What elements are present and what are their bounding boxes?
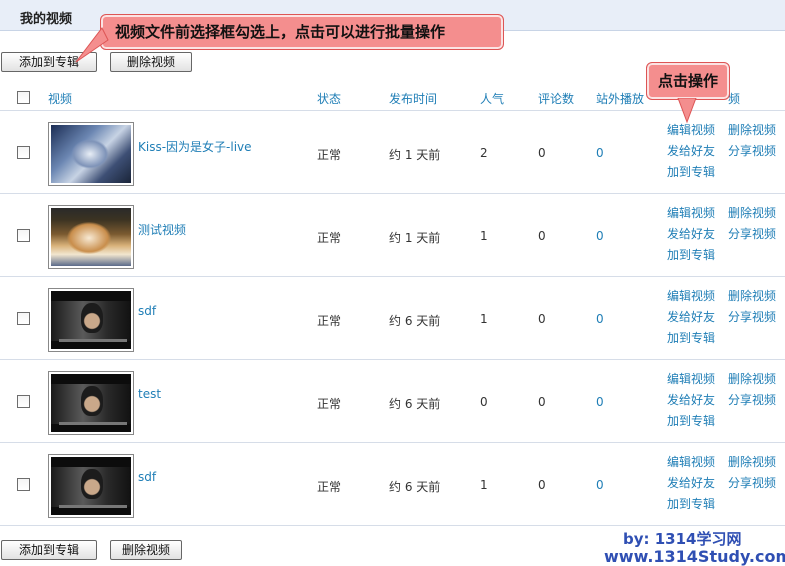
add-to-album-button-bottom[interactable]: 添加到专辑 [1, 540, 97, 560]
delete-video-link[interactable]: 删除视频 [728, 287, 776, 304]
row-comments: 0 [538, 478, 546, 492]
row-external-plays[interactable]: 0 [596, 395, 604, 409]
column-popularity: 人气 [480, 92, 505, 106]
row-comments: 0 [538, 395, 546, 409]
column-status: 状态 [317, 92, 342, 106]
row-status: 正常 [317, 314, 342, 328]
page-title: 我的视频 [20, 12, 73, 27]
column-published: 发布时间 [389, 92, 438, 106]
row-external-plays[interactable]: 0 [596, 229, 604, 243]
row-published: 约 1 天前 [389, 148, 441, 162]
table-row: sdf 正常 约 6 天前 1 0 0 编辑视频 删除视频 发给好友 分享视频 加到专辑 [0, 443, 785, 526]
click-tip-callout: 点击操作 [646, 62, 730, 100]
row-checkbox[interactable] [17, 478, 30, 491]
row-comments: 0 [538, 229, 546, 243]
send-to-friend-link[interactable]: 发给好友 [667, 308, 715, 325]
row-checkbox[interactable] [17, 395, 30, 408]
column-external-plays: 站外播放 [596, 92, 645, 106]
row-comments: 0 [538, 146, 546, 160]
edit-video-link[interactable]: 编辑视频 [667, 370, 715, 387]
video-thumbnail[interactable] [48, 122, 134, 186]
video-title-link[interactable]: sdf [138, 470, 156, 484]
video-title-link[interactable]: 测试视频 [138, 221, 186, 238]
credit-line2: www.1314Study.com [604, 547, 785, 566]
row-popularity: 1 [480, 478, 488, 492]
divider [0, 525, 785, 526]
credit-line1: by: 1314学习网 [623, 530, 742, 548]
row-checkbox[interactable] [17, 146, 30, 159]
add-to-album-link[interactable]: 加到专辑 [667, 329, 715, 346]
share-video-link[interactable]: 分享视频 [728, 474, 776, 491]
row-popularity: 2 [480, 146, 488, 160]
delete-video-link[interactable]: 删除视频 [728, 370, 776, 387]
row-external-plays[interactable]: 0 [596, 312, 604, 326]
delete-video-link[interactable]: 删除视频 [728, 453, 776, 470]
table-row: test 正常 约 6 天前 0 0 0 编辑视频 删除视频 发给好友 分享视频 加到专辑 [0, 360, 785, 443]
send-to-friend-link[interactable]: 发给好友 [667, 474, 715, 491]
row-status: 正常 [317, 480, 342, 494]
edit-video-link[interactable]: 编辑视频 [667, 204, 715, 221]
callout-pointer [75, 27, 109, 63]
add-to-album-link[interactable]: 加到专辑 [667, 495, 715, 512]
delete-videos-button-bottom[interactable]: 删除视频 [110, 540, 182, 560]
delete-video-link[interactable]: 删除视频 [728, 204, 776, 221]
edit-video-link[interactable]: 编辑视频 [667, 453, 715, 470]
row-status: 正常 [317, 148, 342, 162]
edit-video-link[interactable]: 编辑视频 [667, 287, 715, 304]
row-checkbox[interactable] [17, 229, 30, 242]
row-status: 正常 [317, 397, 342, 411]
row-external-plays[interactable]: 0 [596, 478, 604, 492]
row-published: 约 6 天前 [389, 314, 441, 328]
select-all-checkbox[interactable] [17, 91, 30, 104]
checkbox-tip-callout: 视频文件前选择框勾选上，点击可以进行批量操作 [100, 14, 504, 50]
share-video-link[interactable]: 分享视频 [728, 225, 776, 242]
checkbox-tip-text: 视频文件前选择框勾选上，点击可以进行批量操作 [115, 23, 446, 41]
column-video: 视频 [48, 92, 73, 106]
row-external-plays[interactable]: 0 [596, 146, 604, 160]
row-status: 正常 [317, 231, 342, 245]
row-popularity: 1 [480, 312, 488, 326]
send-to-friend-link[interactable]: 发给好友 [667, 225, 715, 242]
table-row: Kiss-因为是女子-live 正常约 1 天前 2 0 0 编辑视频 删除视频 发给好友 分享… [0, 111, 785, 194]
table-row: 测试视频正常 约 1 天前 1 0 0 编辑视频 删除视频 发给好友 分享视频 加到专辑 [0, 194, 785, 277]
video-title-link[interactable]: Kiss-因为是女子-live [138, 138, 252, 155]
delete-video-link[interactable]: 删除视频 [728, 121, 776, 138]
send-to-friend-link[interactable]: 发给好友 [667, 142, 715, 159]
share-video-link[interactable]: 分享视频 [728, 391, 776, 408]
video-title-link[interactable]: sdf [138, 304, 156, 318]
add-to-album-link[interactable]: 加到专辑 [667, 412, 715, 429]
add-to-album-link[interactable]: 加到专辑 [667, 246, 715, 263]
row-popularity: 1 [480, 229, 488, 243]
row-comments: 0 [538, 312, 546, 326]
table-row: sdf 正常 约 6 天前 1 0 0 编辑视频 删除视频 发给好友 分享视频 加到专辑 [0, 277, 785, 360]
row-checkbox[interactable] [17, 312, 30, 325]
share-video-link[interactable]: 分享视频 [728, 308, 776, 325]
delete-videos-button[interactable]: 删除视频 [110, 52, 192, 72]
add-to-album-link[interactable]: 加到专辑 [667, 163, 715, 180]
video-thumbnail[interactable] [48, 371, 134, 435]
row-published: 约 6 天前 [389, 397, 441, 411]
send-to-friend-link[interactable]: 发给好友 [667, 391, 715, 408]
row-published: 约 6 天前 [389, 480, 441, 494]
video-thumbnail[interactable] [48, 205, 134, 269]
callout-arrow-icon [677, 98, 697, 124]
column-comments: 评论数 [538, 92, 575, 106]
share-video-link[interactable]: 分享视频 [728, 142, 776, 159]
video-thumbnail[interactable] [48, 454, 134, 518]
video-thumbnail[interactable] [48, 288, 134, 352]
row-popularity: 0 [480, 395, 488, 409]
row-published: 约 1 天前 [389, 231, 441, 245]
click-tip-text: 点击操作 [657, 72, 718, 90]
video-title-link[interactable]: test [138, 387, 161, 401]
